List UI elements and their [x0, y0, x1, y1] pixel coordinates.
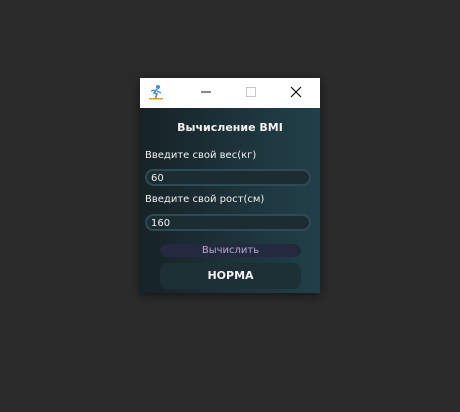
minimize-icon — [201, 91, 211, 93]
weight-input[interactable]: 60 — [145, 169, 311, 186]
bmi-window: Вычисление BMI Введите свой вес(кг) 60 В… — [140, 78, 320, 293]
title-bar[interactable] — [140, 78, 320, 108]
maximize-button[interactable] — [229, 78, 274, 108]
minimize-button[interactable] — [184, 78, 229, 108]
page-title: Вычисление BMI — [177, 121, 283, 134]
bmi-form: Вычисление BMI Введите свой вес(кг) 60 В… — [140, 108, 320, 293]
close-button[interactable] — [274, 78, 319, 108]
height-input[interactable]: 160 — [145, 214, 311, 231]
height-label: Введите свой рост(см) — [145, 194, 265, 205]
bmi-app-icon — [148, 84, 164, 100]
weight-label: Введите свой вес(кг) — [145, 150, 257, 161]
result-label: НОРМА — [160, 263, 301, 289]
maximize-icon — [246, 87, 256, 97]
calculate-button[interactable]: Вычислить — [160, 244, 301, 257]
close-icon — [290, 86, 302, 98]
